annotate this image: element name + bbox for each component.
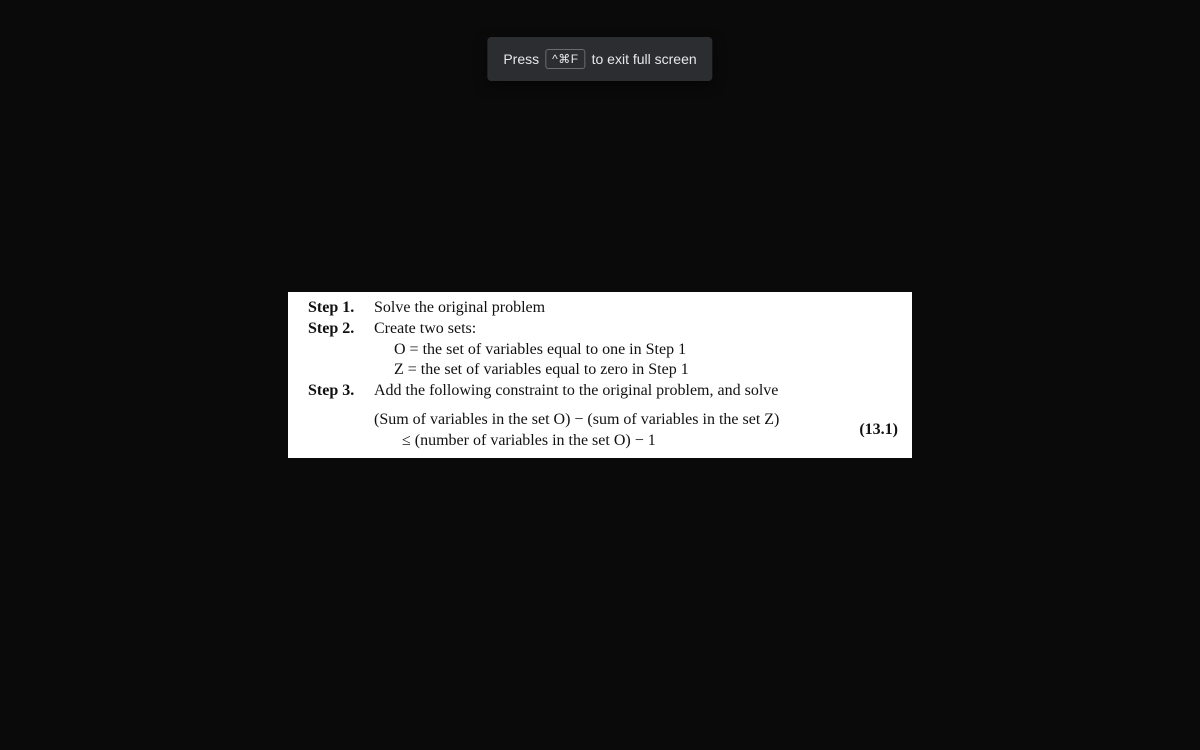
step-3-row: Step 3. Add the following constraint to … [308,381,900,402]
step-2-body: Create two sets: O = the set of variable… [374,319,900,381]
step-2-row: Step 2. Create two sets: O = the set of … [308,319,900,381]
hint-key: ^⌘F [545,49,585,69]
step-1-row: Step 1. Solve the original problem [308,298,900,319]
equation-line-1: (Sum of variables in the set O) − (sum o… [374,410,839,431]
equation-number: (13.1) [839,420,900,441]
equation-lines: (Sum of variables in the set O) − (sum o… [374,410,839,452]
step-2-z-def: Z = the set of variables equal to zero i… [374,360,900,381]
step-3-text: Add the following constraint to the orig… [374,381,900,402]
document-content: Step 1. Solve the original problem Step … [288,292,912,458]
hint-press-text: Press [503,51,539,67]
fullscreen-exit-hint: Press ^⌘F to exit full screen [487,37,712,81]
step-1-label: Step 1. [308,298,360,319]
step-1-text: Solve the original problem [374,298,900,319]
step-2-label: Step 2. [308,319,360,381]
step-2-o-def: O = the set of variables equal to one in… [374,340,900,361]
step-2-text: Create two sets: [374,319,900,340]
step-3-label: Step 3. [308,381,360,402]
equation-block: (Sum of variables in the set O) − (sum o… [308,410,900,452]
hint-rest-text: to exit full screen [592,51,697,67]
equation-line-2: ≤ (number of variables in the set O) − 1 [374,431,839,452]
